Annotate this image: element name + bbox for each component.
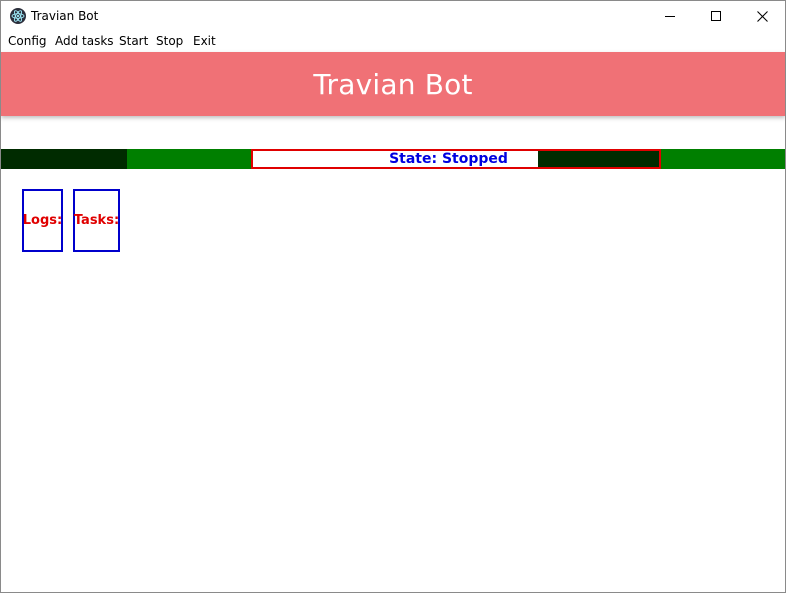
state-segment [127, 149, 251, 169]
menu-item-exit[interactable]: Exit [193, 33, 216, 50]
window-title: Travian Bot [31, 9, 99, 23]
logs-panel: Logs: [22, 189, 63, 252]
menu-item-config[interactable]: Config [8, 33, 47, 50]
menu-item-add-tasks[interactable]: Add tasks [55, 33, 114, 50]
app-window: Travian Bot Config Add tasks Start Stop … [0, 0, 786, 593]
app-icon [10, 8, 26, 24]
maximize-icon [711, 11, 721, 21]
minimize-icon [665, 16, 675, 17]
menu-bar: Config Add tasks Start Stop Exit [1, 31, 785, 52]
state-segment [1, 149, 127, 169]
page-title: Travian Bot [313, 67, 473, 101]
state-segment [661, 149, 785, 169]
tasks-label: Tasks: [73, 213, 120, 228]
state-label: State: Stopped [389, 151, 508, 167]
logs-label: Logs: [22, 213, 63, 228]
minimize-button[interactable] [647, 1, 693, 31]
menu-item-stop[interactable]: Stop [156, 33, 183, 50]
close-icon [756, 10, 768, 22]
menu-item-start[interactable]: Start [119, 33, 148, 50]
title-bar[interactable]: Travian Bot [1, 1, 785, 31]
close-button[interactable] [739, 1, 785, 31]
header-banner: Travian Bot [1, 52, 785, 116]
state-bar: State: Stopped [1, 149, 785, 169]
tasks-panel: Tasks: [73, 189, 120, 252]
maximize-button[interactable] [693, 1, 739, 31]
